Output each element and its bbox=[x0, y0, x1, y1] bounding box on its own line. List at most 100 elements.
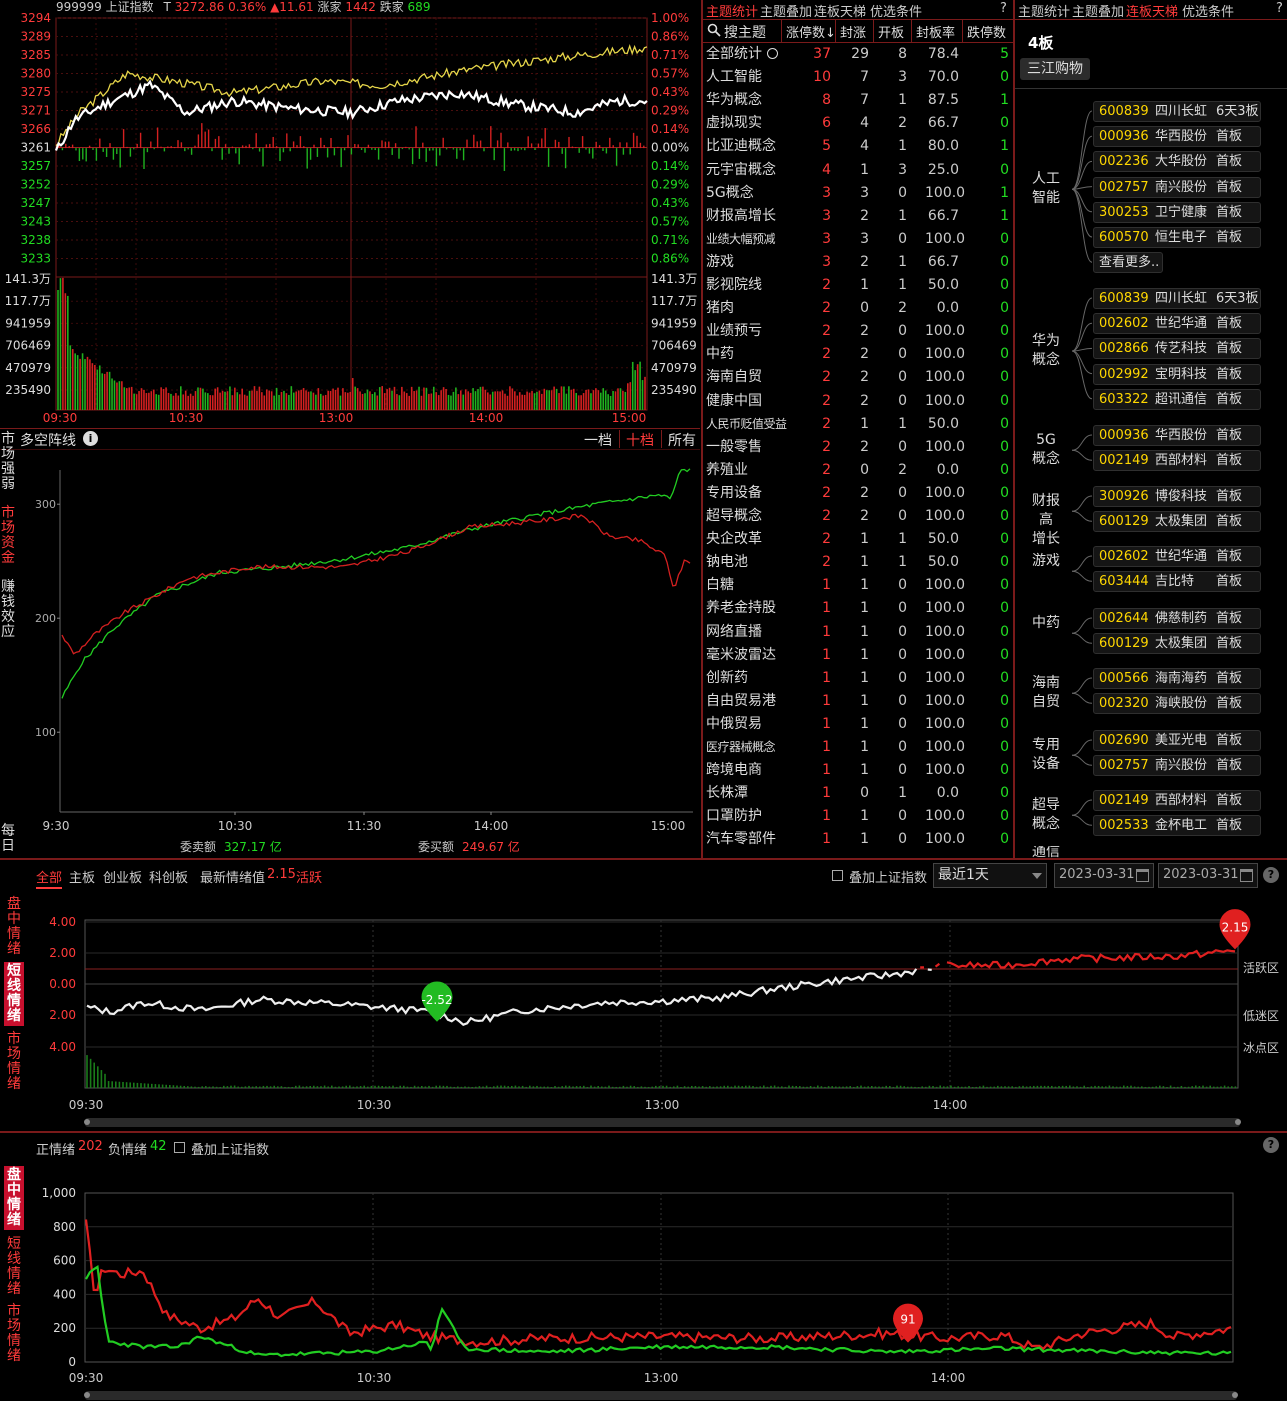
col-fl-header[interactable]: 封板率 bbox=[916, 22, 955, 41]
ladder-stock[interactable]: 002757 南兴股份 首板 bbox=[1093, 755, 1261, 777]
theme-row[interactable]: 5G概念 3 3 0 100.0 1 bbox=[703, 182, 1013, 205]
ladder-stock[interactable]: 600570 恒生电子 首板 bbox=[1093, 227, 1261, 248]
y-label: 2.00 bbox=[49, 946, 76, 960]
ladder-tab-overlay[interactable]: 主题叠加 bbox=[1072, 1, 1124, 20]
theme-row[interactable]: 养老金持股 1 1 0 100.0 0 bbox=[703, 597, 1013, 620]
theme-row[interactable]: 业绩预亏 2 2 0 100.0 0 bbox=[703, 320, 1013, 343]
theme-row[interactable]: 猪肉 2 0 2 0.0 0 bbox=[703, 297, 1013, 320]
ladder-stock[interactable]: 000566 海南海药 首板 bbox=[1093, 668, 1261, 689]
ladder-stock[interactable]: 002992 宝明科技 首板 bbox=[1093, 363, 1261, 385]
info-icon[interactable]: i bbox=[83, 431, 98, 446]
cell-zt: 1 bbox=[822, 646, 831, 663]
search-theme-label[interactable]: 搜主题 bbox=[724, 22, 766, 42]
ladder-stock[interactable]: 002149 西部材料 首板 bbox=[1093, 790, 1261, 811]
theme-row[interactable]: 虚拟现实 6 4 2 66.7 0 bbox=[703, 112, 1013, 135]
theme-row[interactable]: 影视院线 2 1 1 50.0 0 bbox=[703, 274, 1013, 297]
col-kb-header[interactable]: 开板 bbox=[878, 22, 904, 41]
ladder-stock[interactable]: 600839 四川长虹 6天3板 bbox=[1093, 101, 1261, 122]
ladder-stock[interactable]: 000936 华西股份 首板 bbox=[1093, 425, 1261, 446]
theme-tab-stats[interactable]: 主题统计 bbox=[706, 1, 758, 20]
theme-row[interactable]: 长株潭 1 0 1 0.0 0 bbox=[703, 782, 1013, 805]
theme-row[interactable]: 财报高增长 3 2 1 66.7 1 bbox=[703, 205, 1013, 228]
cell-kb: 0 bbox=[898, 577, 907, 594]
theme-row[interactable]: 自由贸易港 1 1 0 100.0 0 bbox=[703, 690, 1013, 713]
ladder-stock[interactable]: 002866 传艺科技 首板 bbox=[1093, 338, 1261, 360]
pct-axis-label: 0.14% bbox=[651, 159, 689, 173]
ladder-stock[interactable]: 300253 卫宁健康 首板 bbox=[1093, 201, 1261, 223]
ladder-help[interactable]: ? bbox=[1276, 1, 1283, 16]
theme-row[interactable]: 专用设备 2 2 0 100.0 0 bbox=[703, 482, 1013, 505]
ladder-stock[interactable]: 603322 超讯通信 首板 bbox=[1093, 388, 1261, 410]
theme-row[interactable]: 中药 2 2 0 100.0 0 bbox=[703, 343, 1013, 366]
theme-row[interactable]: 健康中国 2 2 0 100.0 0 bbox=[703, 390, 1013, 413]
tab-shidang[interactable]: 十档 bbox=[626, 430, 654, 450]
theme-row[interactable]: 华为概念 8 7 1 87.5 1 bbox=[703, 89, 1013, 112]
theme-row[interactable]: 毫米波雷达 1 1 0 100.0 0 bbox=[703, 644, 1013, 667]
ladder-tab-stats[interactable]: 主题统计 bbox=[1018, 1, 1070, 20]
ladder-stock[interactable]: 603444 吉比特 首板 bbox=[1093, 571, 1261, 593]
ladder-connector bbox=[1071, 186, 1093, 190]
ladder-stock[interactable]: 300926 博俊科技 首板 bbox=[1093, 486, 1261, 507]
theme-tab-filter[interactable]: 优选条件 bbox=[870, 1, 922, 20]
ladder-stock[interactable]: 002533 金杯电工 首板 bbox=[1093, 815, 1261, 837]
theme-row[interactable]: 央企改革 2 1 1 50.0 0 bbox=[703, 528, 1013, 551]
ladder-stock[interactable]: 002149 西部材料 首板 bbox=[1093, 450, 1261, 472]
theme-row[interactable]: 白糖 1 1 0 100.0 0 bbox=[703, 574, 1013, 597]
theme-help[interactable]: ? bbox=[1000, 1, 1007, 16]
theme-row[interactable]: 口罩防护 1 1 0 100.0 0 bbox=[703, 805, 1013, 828]
theme-row-all[interactable]: 全部统计 37 29 8 78.4 5 bbox=[703, 43, 1013, 66]
cell-kb: 0 bbox=[898, 808, 907, 825]
theme-tab-overlay[interactable]: 主题叠加 bbox=[760, 1, 812, 20]
theme-row[interactable]: 一般零售 2 2 0 100.0 0 bbox=[703, 436, 1013, 459]
ladder-stock[interactable]: 600839 四川长虹 6天3板 bbox=[1093, 288, 1261, 309]
theme-row[interactable]: 跨境电商 1 1 0 100.0 0 bbox=[703, 759, 1013, 782]
col-dt-header[interactable]: 跌停数 bbox=[967, 22, 1006, 41]
buy-line bbox=[61, 468, 691, 699]
theme-row[interactable]: 网络直播 1 1 0 100.0 0 bbox=[703, 621, 1013, 644]
theme-row[interactable]: 游戏 3 2 1 66.7 0 bbox=[703, 251, 1013, 274]
theme-tab-ladder[interactable]: 连板天梯 bbox=[814, 1, 866, 20]
ladder-stock[interactable]: 002320 海峡股份 首板 bbox=[1093, 693, 1261, 715]
stock-name: 海峡股份 bbox=[1155, 696, 1208, 712]
theme-row[interactable]: 汽车零部件 1 1 0 100.0 0 bbox=[703, 828, 1013, 851]
theme-row[interactable]: 比亚迪概念 5 4 1 80.0 1 bbox=[703, 135, 1013, 158]
cell-kb: 1 bbox=[898, 785, 907, 802]
volume-axis-label: 470979 bbox=[651, 361, 697, 375]
col-fz-header[interactable]: 封涨 bbox=[840, 22, 866, 41]
tab-suoyou[interactable]: 所有 bbox=[668, 430, 696, 450]
ladder-tab-ladder[interactable]: 连板天梯 bbox=[1126, 1, 1178, 20]
theme-row[interactable]: 钠电池 2 1 1 50.0 0 bbox=[703, 551, 1013, 574]
theme-row[interactable]: 养殖业 2 0 2 0.0 0 bbox=[703, 459, 1013, 482]
ladder-stock[interactable]: 002602 世纪华通 首板 bbox=[1093, 546, 1261, 567]
theme-row[interactable]: 创新药 1 1 0 100.0 0 bbox=[703, 667, 1013, 690]
stock-board: 首板 bbox=[1216, 671, 1243, 686]
ladder-stock[interactable]: 600129 太极集团 首板 bbox=[1093, 633, 1261, 655]
x-label: 09:30 bbox=[69, 1371, 104, 1385]
col-zt-header[interactable]: 涨停数↓ bbox=[786, 22, 836, 41]
ladder-level-stock[interactable]: 三江购物 bbox=[1020, 58, 1090, 80]
cell-zt: 1 bbox=[822, 808, 831, 825]
ladder-stock[interactable]: 002690 美亚光电 首板 bbox=[1093, 730, 1261, 751]
theme-row[interactable]: 人民币贬值受益 2 1 1 50.0 0 bbox=[703, 413, 1013, 436]
ladder-stock[interactable]: 002236 大华股份 首板 bbox=[1093, 151, 1261, 173]
ladder-stock[interactable]: 002602 世纪华通 首板 bbox=[1093, 313, 1261, 335]
tab-yidang[interactable]: 一档 bbox=[584, 430, 612, 450]
ladder-tab-filter[interactable]: 优选条件 bbox=[1182, 1, 1234, 20]
theme-row[interactable]: 超导概念 2 2 0 100.0 0 bbox=[703, 505, 1013, 528]
theme-row[interactable]: 中俄贸易 1 1 0 100.0 0 bbox=[703, 713, 1013, 736]
view-more-button[interactable]: 查看更多.. bbox=[1093, 252, 1163, 274]
ladder-stock[interactable]: 002757 南兴股份 首板 bbox=[1093, 176, 1261, 198]
ladder-stock[interactable]: 600129 太极集团 首板 bbox=[1093, 511, 1261, 533]
theme-row[interactable]: 元宇宙概念 4 1 3 25.0 0 bbox=[703, 159, 1013, 182]
search-icon[interactable] bbox=[707, 23, 721, 37]
theme-row[interactable]: 业绩大幅预减 3 3 0 100.0 0 bbox=[703, 228, 1013, 251]
ladder-stock[interactable]: 002644 佛慈制药 首板 bbox=[1093, 608, 1261, 629]
ladder-connector bbox=[1071, 495, 1093, 512]
theme-row[interactable]: 人工智能 10 7 3 70.0 0 bbox=[703, 66, 1013, 89]
all-stats-radio-icon[interactable] bbox=[767, 48, 778, 59]
cell-kb: 0 bbox=[898, 230, 907, 247]
theme-row[interactable]: 海南自贸 2 2 0 100.0 0 bbox=[703, 366, 1013, 389]
cell-zt: 1 bbox=[822, 739, 831, 755]
ladder-stock[interactable]: 000936 华西股份 首板 bbox=[1093, 126, 1261, 148]
theme-row[interactable]: 医疗器械概念 1 1 0 100.0 0 bbox=[703, 736, 1013, 759]
